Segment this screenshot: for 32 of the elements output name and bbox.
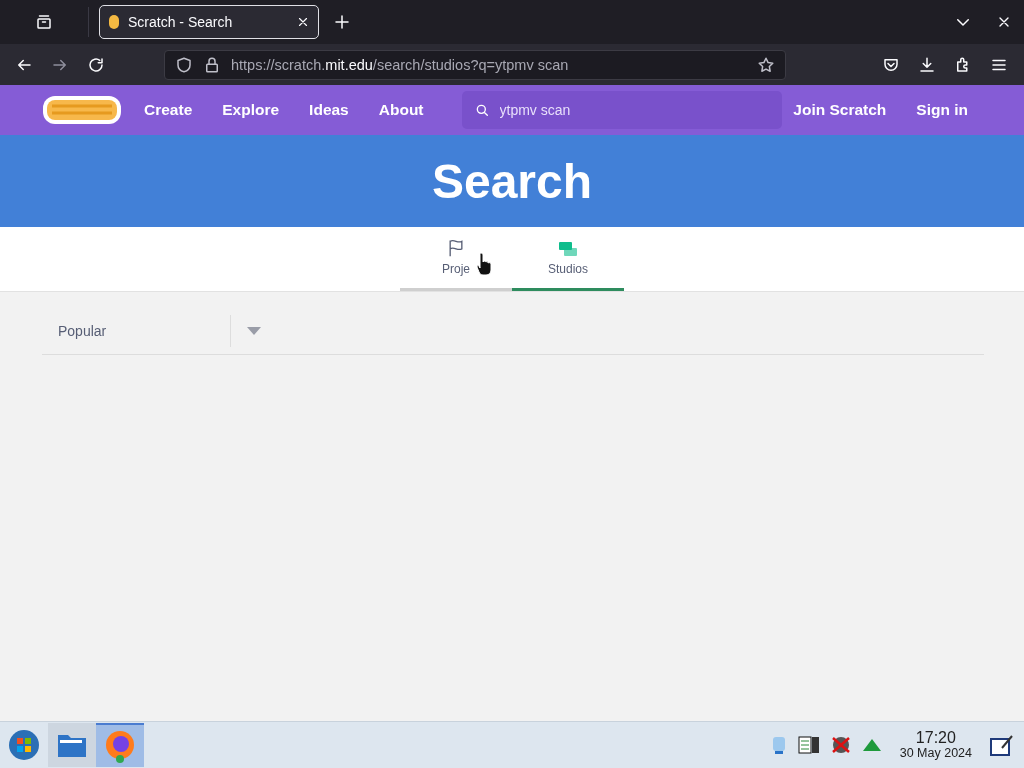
nav-link[interactable]: Join Scratch — [793, 101, 887, 119]
reload-icon[interactable] — [87, 55, 105, 74]
lock-icon[interactable] — [203, 55, 221, 74]
clock-time[interactable]: 17:20 — [915, 730, 956, 747]
shield-icon[interactable] — [175, 55, 193, 74]
clipboard-icon[interactable] — [797, 735, 820, 755]
search-tab[interactable]: Proje — [400, 227, 512, 291]
hand-cursor-icon — [476, 251, 494, 275]
folder-icon[interactable] — [57, 732, 87, 758]
nav-link[interactable]: Explore — [222, 101, 280, 119]
page-title: Search — [431, 153, 593, 209]
close-icon[interactable] — [296, 15, 310, 29]
start-icon[interactable] — [8, 729, 40, 761]
star-icon[interactable] — [757, 55, 775, 74]
firefox-icon[interactable] — [104, 729, 136, 763]
studios-icon — [558, 240, 578, 258]
scratch-logo[interactable] — [42, 95, 122, 125]
nav-link[interactable]: Ideas — [309, 101, 349, 119]
nav-link[interactable]: About — [378, 101, 424, 119]
clock-date[interactable]: 30 May 2024 — [899, 746, 972, 760]
address-bar[interactable]: https://scratch.mit.edu/search/studios?q=ytpmv scan — [164, 49, 786, 80]
download-icon[interactable] — [918, 55, 936, 74]
triangle-icon[interactable] — [861, 738, 882, 752]
search-tab[interactable]: Studios — [512, 227, 624, 291]
sort-dropdown[interactable]: Popular — [42, 315, 231, 347]
nav-link[interactable]: Sign in — [916, 101, 968, 119]
scratch-favicon-icon — [108, 14, 120, 30]
new-tab-icon[interactable] — [333, 13, 351, 31]
nav-link[interactable]: Create — [144, 101, 193, 119]
browser-tab[interactable]: Scratch - Search — [99, 5, 319, 39]
search-field[interactable]: ytpmv scan — [461, 91, 782, 129]
tab-list-icon[interactable] — [35, 13, 53, 31]
